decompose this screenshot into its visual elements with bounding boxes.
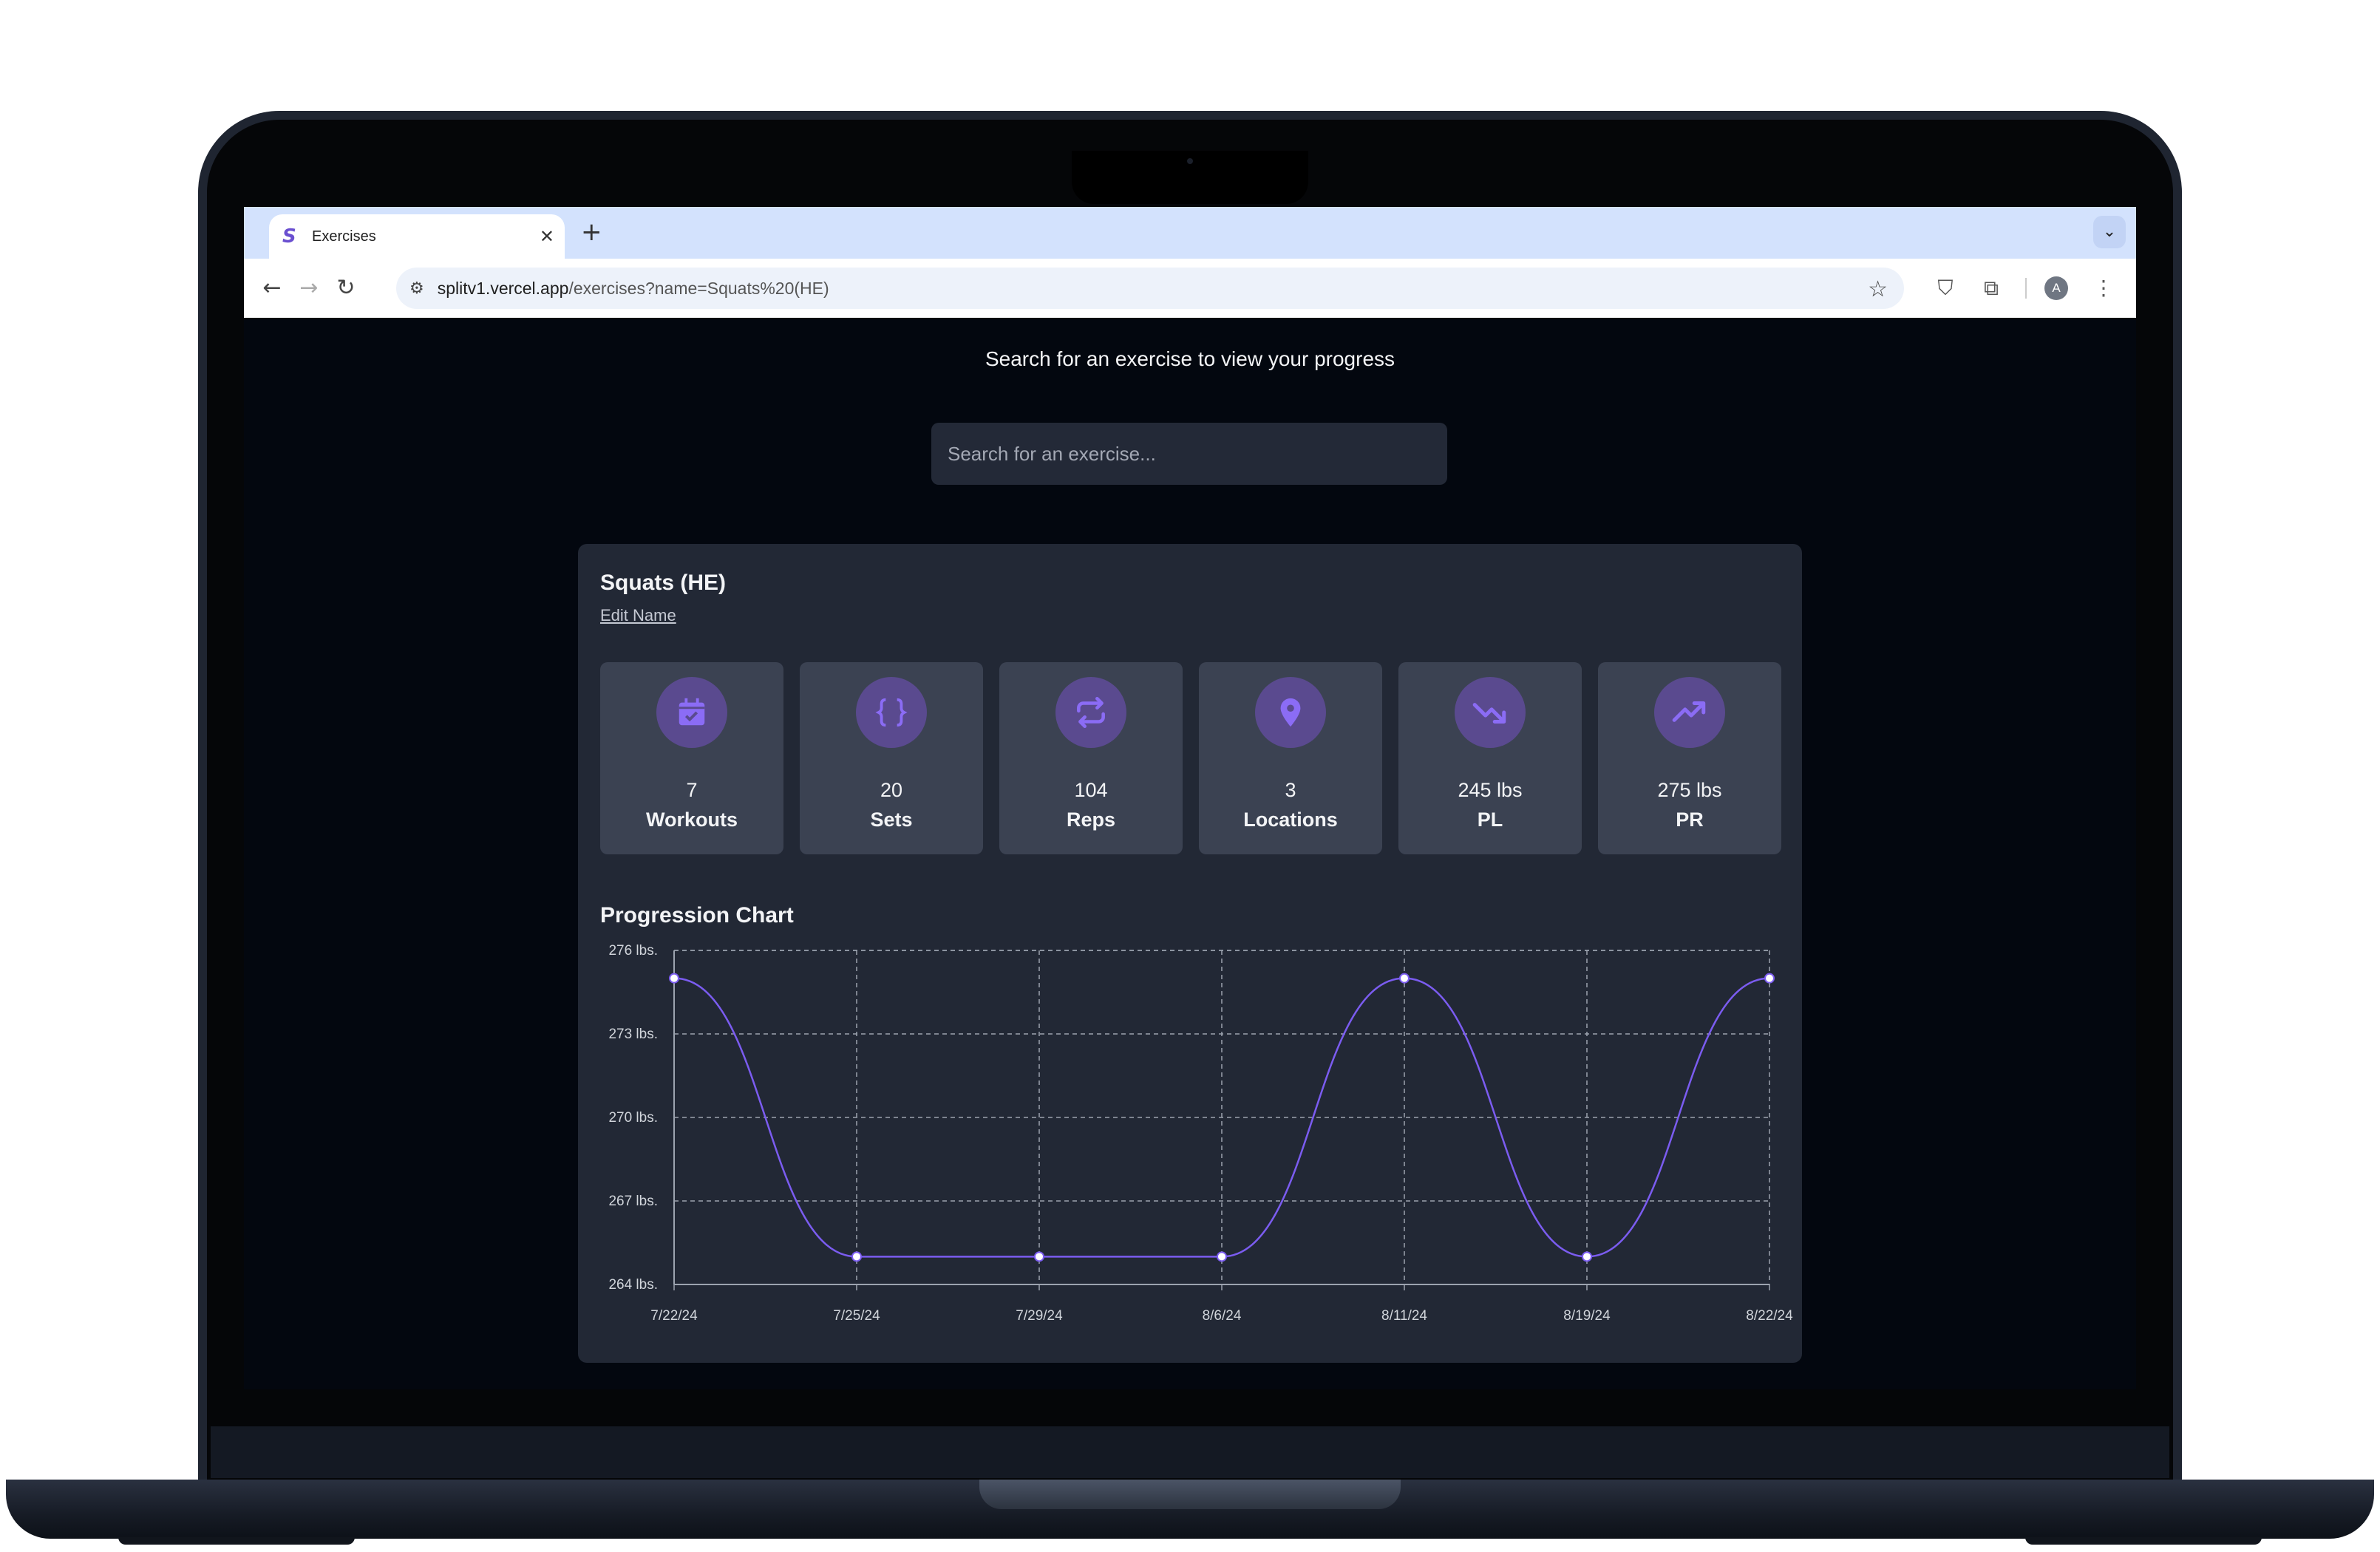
laptop-chin (211, 1426, 2169, 1478)
exercise-name: Squats (HE) (600, 571, 727, 595)
laptop-foot-right (2025, 1537, 2262, 1545)
y-tick-label: 270 lbs. (608, 1110, 658, 1126)
stat-label: PL (1477, 809, 1503, 831)
data-point (1582, 1251, 1592, 1262)
stat-label: Locations (1243, 809, 1338, 831)
browser-menu-icon[interactable]: ⋮ (2089, 273, 2118, 303)
y-tick-label: 267 lbs. (608, 1194, 658, 1209)
x-tick-label: 8/6/24 (1203, 1308, 1242, 1324)
x-tick-label: 8/22/24 (1746, 1308, 1793, 1324)
stat-pl: 245 lbs PL (1398, 662, 1582, 854)
y-tick-label: 276 lbs. (608, 943, 658, 959)
stat-label: Reps (1066, 809, 1116, 831)
forward-icon[interactable]: → (293, 272, 325, 304)
camera (1187, 158, 1193, 164)
reload-icon[interactable]: ↻ (330, 272, 362, 304)
data-point (1399, 973, 1410, 984)
data-point (1217, 1251, 1227, 1262)
stat-value: 3 (1285, 779, 1296, 801)
toolbar-divider (2025, 278, 2027, 299)
screen: S Exercises ✕ + ⌄ ← → ↻ ⚙ splitv1.vercel… (244, 207, 2136, 1389)
trending-down-icon (1455, 677, 1526, 748)
stat-value: 104 (1074, 779, 1108, 801)
braces-icon (856, 677, 927, 748)
map-pin-icon (1255, 677, 1326, 748)
site-info-icon[interactable]: ⚙ (409, 279, 424, 298)
address-bar[interactable]: ⚙ splitv1.vercel.app/exercises?name=Squa… (396, 268, 1904, 309)
extensions-puzzle-icon[interactable]: ⧉ (1976, 273, 2006, 303)
url-host: splitv1.vercel.app (437, 278, 569, 298)
laptop-base-notch (979, 1480, 1401, 1509)
stat-value: 20 (880, 779, 903, 801)
data-point (851, 1251, 862, 1262)
tab-search-dropdown[interactable]: ⌄ (2093, 216, 2126, 248)
stat-value: 245 lbs (1458, 779, 1523, 801)
data-point (669, 973, 679, 984)
url-text[interactable]: splitv1.vercel.app/exercises?name=Squats… (438, 279, 829, 299)
stat-reps: 104 Reps (999, 662, 1183, 854)
url-path: /exercises?name=Squats%20(HE) (568, 278, 829, 298)
x-tick-label: 7/29/24 (1016, 1308, 1063, 1324)
exercise-card: Squats (HE) Edit Name 7 Workouts 20 Sets (578, 544, 1802, 1363)
close-tab-icon[interactable]: ✕ (540, 226, 554, 247)
stats-row: 7 Workouts 20 Sets 104 Reps 3 Locations … (600, 662, 1781, 854)
trending-up-icon (1654, 677, 1725, 748)
calendar-check-icon (656, 677, 727, 748)
profile-avatar[interactable]: A (2044, 276, 2068, 300)
x-tick-label: 7/22/24 (650, 1308, 698, 1324)
tab-bar: S Exercises ✕ + ⌄ (244, 207, 2136, 259)
stat-value: 7 (686, 779, 698, 801)
stat-label: PR (1676, 809, 1704, 831)
edit-name-link[interactable]: Edit Name (600, 606, 676, 625)
extension-shield-icon[interactable]: ⛉ (1931, 273, 1960, 303)
page-heading: Search for an exercise to view your prog… (985, 347, 1395, 370)
stat-sets: 20 Sets (800, 662, 983, 854)
x-tick-label: 8/19/24 (1563, 1308, 1611, 1324)
stat-workouts: 7 Workouts (600, 662, 783, 854)
stat-pr: 275 lbs PR (1598, 662, 1781, 854)
stat-label: Sets (870, 809, 913, 831)
chart-title: Progression Chart (600, 903, 794, 928)
y-tick-label: 264 lbs. (608, 1277, 658, 1293)
progression-chart: 264 lbs. 267 lbs. 270 lbs. 273 lbs. 276 lbs.… (608, 943, 1793, 1324)
exercise-search-input[interactable] (931, 423, 1447, 485)
stat-locations: 3 Locations (1199, 662, 1382, 854)
page-content: Search for an exercise to view your prog… (244, 318, 2136, 1389)
app-logo-icon: S (282, 225, 296, 248)
x-tick-label: 7/25/24 (833, 1308, 880, 1324)
tab-title: Exercises (312, 228, 376, 245)
data-point (1034, 1251, 1044, 1262)
new-tab-button[interactable]: + (581, 219, 602, 245)
stat-value: 275 lbs (1657, 779, 1722, 801)
stat-label: Workouts (645, 809, 738, 831)
data-point (1764, 973, 1775, 984)
y-tick-label: 273 lbs. (608, 1027, 658, 1042)
browser-toolbar: ← → ↻ ⚙ splitv1.vercel.app/exercises?nam… (244, 259, 2136, 318)
back-icon[interactable]: ← (256, 272, 288, 304)
tab-exercises[interactable]: S Exercises ✕ (269, 214, 565, 259)
bookmark-star-icon[interactable]: ☆ (1868, 276, 1888, 302)
laptop-foot-left (118, 1537, 355, 1545)
x-tick-label: 8/11/24 (1381, 1308, 1427, 1324)
repeat-icon (1055, 677, 1126, 748)
